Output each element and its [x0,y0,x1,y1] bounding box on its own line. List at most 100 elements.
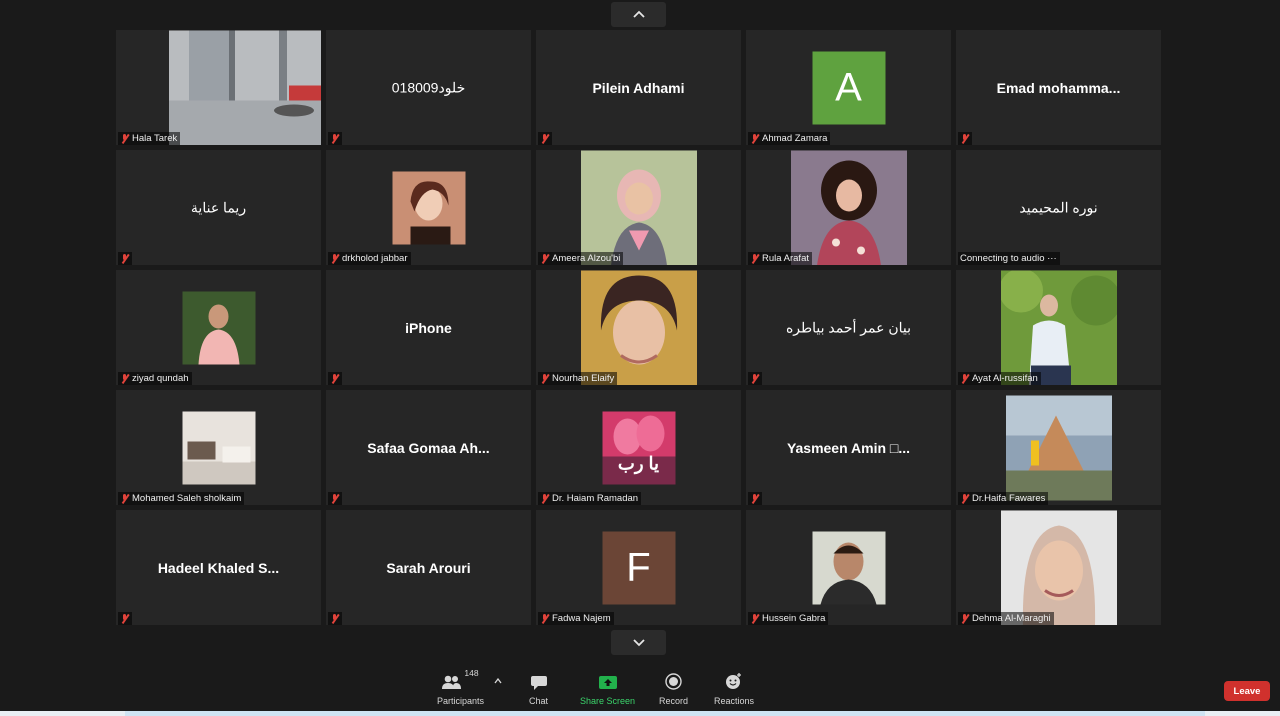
profile-photo [392,171,465,244]
reactions-icon [726,673,742,689]
participant-tile[interactable]: نوره المحيميد Connecting to audio ··· [956,150,1161,265]
participant-tile[interactable]: Nourhan Elaify [536,270,741,385]
muted-mic-icon [330,253,339,264]
participant-name: Sarah Arouri [386,559,471,576]
muted-mic-icon [120,373,129,384]
muted-mic-icon [750,613,759,624]
chat-icon [530,676,547,690]
participant-name: خلود018009 [391,79,466,95]
participant-tile[interactable]: Yasmeen Amin □... [746,390,951,505]
profile-photo: يا رب [602,411,675,484]
chevron-down-icon [632,639,645,647]
participant-label [328,612,342,625]
participant-label [538,132,552,145]
participant-tile[interactable]: Ameera Alzou'bi [536,150,741,265]
participant-name: ريما عناية [190,199,247,215]
participant-tile[interactable]: Rula Arafat [746,150,951,265]
participant-tile[interactable]: A Ahmad Zamara [746,30,951,145]
muted-mic-icon [750,133,759,144]
muted-mic-icon [120,493,129,504]
muted-mic-icon [960,493,969,504]
muted-mic-icon [750,493,759,504]
share-screen-button[interactable]: Share Screen [580,668,635,706]
participant-tile[interactable]: يا رب Dr. Haiam Ramadan [536,390,741,505]
participant-name: Emad mohamma... [996,79,1121,96]
record-label: Record [659,696,689,706]
participant-tile[interactable]: F Fadwa Najem [536,510,741,625]
participant-name: Yasmeen Amin □... [786,439,911,456]
participant-tile[interactable]: iPhone [326,270,531,385]
avatar: A [812,51,885,124]
participant-tile[interactable]: Safaa Gomaa Ah... [326,390,531,505]
participant-tile[interactable]: Pilein Adhami [536,30,741,145]
profile-photo [182,411,255,484]
profile-photo [1000,510,1117,625]
participant-name: Hadeel Khaled S... [157,559,280,576]
participants-button[interactable]: 148 Participants [437,668,484,706]
reactions-label: Reactions [714,696,755,706]
participant-tile[interactable]: خلود018009 [326,30,531,145]
participant-tile[interactable]: Emad mohamma... [956,30,1161,145]
participants-options-caret[interactable] [494,678,502,684]
participant-tile[interactable]: Mohamed Saleh sholkaim [116,390,321,505]
participant-label: Hussein Gabra [748,612,829,625]
page-down-button[interactable] [611,630,666,655]
muted-mic-icon [960,133,969,144]
participant-label [328,132,342,145]
record-button[interactable]: Record [659,668,688,706]
participant-name: نوره المحيميد [1019,199,1098,215]
participant-tile[interactable]: ziyad qundah [116,270,321,385]
muted-mic-icon [330,373,339,384]
muted-mic-icon [960,613,969,624]
share-screen-label: Share Screen [580,696,636,706]
participant-tile[interactable]: drkholod jabbar [326,150,531,265]
participant-label: Dr. Haiam Ramadan [538,492,642,505]
leave-button[interactable]: Leave [1224,681,1270,701]
profile-photo [790,150,907,265]
participant-label: Ahmad Zamara [748,132,831,145]
participant-label: drkholod jabbar [328,252,411,265]
participant-label [328,372,342,385]
muted-mic-icon [540,253,549,264]
participant-tile[interactable]: Hadeel Khaled S... [116,510,321,625]
participant-name: Safaa Gomaa Ah... [367,439,490,456]
chevron-up-icon [632,10,645,18]
muted-mic-icon [540,613,549,624]
participant-tile[interactable]: Ayat Al-russifan [956,270,1161,385]
participant-label [748,372,762,385]
participant-tile[interactable]: Dr.Haifa Fawares [956,390,1161,505]
participant-label: Mohamed Saleh sholkaim [118,492,245,505]
muted-mic-icon [750,373,759,384]
profile-photo [580,270,697,385]
participant-label: Nourhan Elaify [538,372,618,385]
participant-label: Rula Arafat [748,252,812,265]
chat-button[interactable]: Chat [529,668,548,706]
participant-tile[interactable]: ريما عناية [116,150,321,265]
avatar: F [602,531,675,604]
participant-tile[interactable]: Sarah Arouri [326,510,531,625]
participant-label: Ameera Alzou'bi [538,252,624,265]
participant-name: بيان عمر أحمد بياطره [785,319,912,335]
participant-name: Pilein Adhami [592,79,685,96]
participant-tile[interactable]: Dehma Al-Maraghi [956,510,1161,625]
participants-label: Participants [437,696,485,706]
page-up-button[interactable] [611,2,666,27]
participant-label [748,492,762,505]
image-caption: يا رب [617,453,660,473]
participant-label [328,492,342,505]
participant-label: Hala Tarek [118,132,181,145]
participant-tile[interactable]: Hala Tarek [116,30,321,145]
participant-tile[interactable]: بيان عمر أحمد بياطره [746,270,951,385]
participant-label: Ayat Al-russifan [958,372,1041,385]
muted-mic-icon [330,613,339,624]
muted-mic-icon [540,493,549,504]
participant-tile[interactable]: Hussein Gabra [746,510,951,625]
window-bottom-edge [0,711,1280,716]
reactions-button[interactable]: Reactions [714,668,754,706]
profile-photo [1005,395,1112,500]
participant-label: Dr.Haifa Fawares [958,492,1049,505]
participant-label: Dehma Al-Maraghi [958,612,1054,625]
share-screen-icon [598,676,617,689]
profile-photo [812,531,885,604]
muted-mic-icon [120,253,129,264]
